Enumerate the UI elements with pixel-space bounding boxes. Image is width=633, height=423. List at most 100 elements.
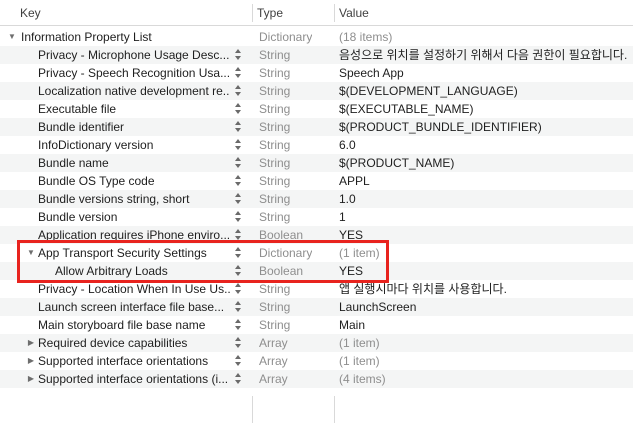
value-label[interactable]: YES	[339, 262, 363, 280]
table-row[interactable]: ▶ Supported interface orientations Array…	[0, 352, 633, 370]
up-down-stepper-icon[interactable]	[234, 337, 242, 349]
up-down-stepper-icon[interactable]	[234, 265, 242, 277]
up-down-stepper-icon[interactable]	[234, 229, 242, 241]
type-column-header[interactable]: Type	[257, 0, 283, 26]
type-label[interactable]: String	[259, 280, 290, 298]
up-down-stepper-icon[interactable]	[234, 301, 242, 313]
table-row[interactable]: Privacy - Speech Recognition Usa... Stri…	[0, 64, 633, 82]
table-row[interactable]: InfoDictionary version String 6.0	[0, 136, 633, 154]
up-down-stepper-icon[interactable]	[234, 175, 242, 187]
value-label[interactable]: 6.0	[339, 136, 356, 154]
type-label[interactable]: String	[259, 298, 290, 316]
column-divider[interactable]	[252, 4, 253, 22]
up-down-stepper-icon[interactable]	[234, 319, 242, 331]
type-label[interactable]: String	[259, 136, 290, 154]
type-label[interactable]: String	[259, 154, 290, 172]
value-label: (4 items)	[339, 372, 386, 386]
type-label[interactable]: String	[259, 100, 290, 118]
value-label[interactable]: 앱 실행시마다 위치를 사용합니다.	[339, 280, 507, 298]
table-row[interactable]: Application requires iPhone enviro... Bo…	[0, 226, 633, 244]
key-label: Bundle versions string, short	[38, 192, 190, 206]
up-down-stepper-icon[interactable]	[234, 373, 242, 385]
type-label[interactable]: String	[259, 172, 290, 190]
table-row[interactable]: Bundle versions string, short String 1.0	[0, 190, 633, 208]
type-label[interactable]: Boolean	[259, 262, 303, 280]
key-label: App Transport Security Settings	[38, 246, 207, 260]
table-row[interactable]: ▼ App Transport Security Settings Dictio…	[0, 244, 633, 262]
table-row[interactable]: Bundle name String $(PRODUCT_NAME)	[0, 154, 633, 172]
up-down-stepper-icon[interactable]	[234, 49, 242, 61]
key-label: Privacy - Location When In Use Us...	[38, 282, 230, 296]
disclosure-triangle-right-icon[interactable]: ▶	[26, 370, 36, 388]
table-row[interactable]: Launch screen interface file base... Str…	[0, 298, 633, 316]
up-down-stepper-icon[interactable]	[234, 247, 242, 259]
disclosure-triangle-right-icon[interactable]: ▶	[26, 352, 36, 370]
column-divider	[334, 396, 335, 423]
type-label[interactable]: Array	[259, 334, 288, 352]
key-label: Supported interface orientations	[38, 354, 209, 368]
key-label: Privacy - Microphone Usage Desc...	[38, 48, 230, 62]
value-label[interactable]: $(EXECUTABLE_NAME)	[339, 100, 473, 118]
up-down-stepper-icon[interactable]	[234, 139, 242, 151]
table-row[interactable]: Bundle OS Type code String APPL	[0, 172, 633, 190]
type-label[interactable]: Boolean	[259, 226, 303, 244]
table-row[interactable]: ▶ Required device capabilities Array (1 …	[0, 334, 633, 352]
value-column-header[interactable]: Value	[339, 0, 369, 26]
table-row[interactable]: Allow Arbitrary Loads Boolean YES	[0, 262, 633, 280]
key-column-header[interactable]: Key	[20, 0, 41, 26]
up-down-stepper-icon[interactable]	[234, 157, 242, 169]
up-down-stepper-icon[interactable]	[234, 193, 242, 205]
type-label[interactable]: String	[259, 190, 290, 208]
table-row[interactable]: Privacy - Location When In Use Us... Str…	[0, 280, 633, 298]
up-down-stepper-icon[interactable]	[234, 85, 242, 97]
type-label[interactable]: Array	[259, 352, 288, 370]
type-label[interactable]: Array	[259, 370, 288, 388]
type-label[interactable]: String	[259, 64, 290, 82]
value-label[interactable]: Main	[339, 316, 365, 334]
key-label: Main storyboard file base name	[38, 318, 206, 332]
value-label[interactable]: $(DEVELOPMENT_LANGUAGE)	[339, 82, 518, 100]
type-label[interactable]: String	[259, 82, 290, 100]
column-divider	[252, 396, 253, 423]
value-label[interactable]: Speech App	[339, 64, 404, 82]
table-row[interactable]: ▶ Supported interface orientations (i...…	[0, 370, 633, 388]
table-row[interactable]: Main storyboard file base name String Ma…	[0, 316, 633, 334]
plist-root-row[interactable]: ▼ Information Property List Dictionary (…	[0, 28, 633, 46]
key-label: Bundle name	[38, 156, 109, 170]
disclosure-triangle-down-icon[interactable]: ▼	[26, 244, 36, 262]
value-label[interactable]: 음성으로 위치를 설정하기 위해서 다음 권한이 필요합니다.	[339, 46, 627, 64]
table-row[interactable]: Bundle version String 1	[0, 208, 633, 226]
key-label: InfoDictionary version	[38, 138, 154, 152]
table-row[interactable]: Localization native development re... St…	[0, 82, 633, 100]
table-row[interactable]: Bundle identifier String $(PRODUCT_BUNDL…	[0, 118, 633, 136]
value-label[interactable]: $(PRODUCT_NAME)	[339, 154, 454, 172]
empty-table-area	[0, 388, 633, 423]
table-row[interactable]: Executable file String $(EXECUTABLE_NAME…	[0, 100, 633, 118]
value-label[interactable]: LaunchScreen	[339, 298, 416, 316]
type-label[interactable]: String	[259, 118, 290, 136]
table-row[interactable]: Privacy - Microphone Usage Desc... Strin…	[0, 46, 633, 64]
disclosure-triangle-right-icon[interactable]: ▶	[26, 334, 36, 352]
column-divider[interactable]	[334, 4, 335, 22]
up-down-stepper-icon[interactable]	[234, 355, 242, 367]
type-label[interactable]: String	[259, 316, 290, 334]
value-label[interactable]: 1	[339, 208, 346, 226]
value-label[interactable]: $(PRODUCT_BUNDLE_IDENTIFIER)	[339, 118, 542, 136]
key-label: Bundle version	[38, 210, 118, 224]
key-label: Privacy - Speech Recognition Usa...	[38, 66, 230, 80]
up-down-stepper-icon[interactable]	[234, 121, 242, 133]
disclosure-triangle-down-icon[interactable]: ▼	[7, 28, 17, 46]
type-label[interactable]: String	[259, 208, 290, 226]
up-down-stepper-icon[interactable]	[234, 103, 242, 115]
type-label[interactable]: String	[259, 46, 290, 64]
value-label[interactable]: APPL	[339, 172, 370, 190]
value-label[interactable]: 1.0	[339, 190, 356, 208]
type-label[interactable]: Dictionary	[259, 244, 312, 262]
up-down-stepper-icon[interactable]	[234, 67, 242, 79]
type-label[interactable]: Dictionary	[259, 28, 312, 46]
value-label: (18 items)	[339, 30, 393, 44]
key-label: Localization native development re...	[38, 84, 230, 98]
up-down-stepper-icon[interactable]	[234, 283, 242, 295]
up-down-stepper-icon[interactable]	[234, 211, 242, 223]
value-label[interactable]: YES	[339, 226, 363, 244]
